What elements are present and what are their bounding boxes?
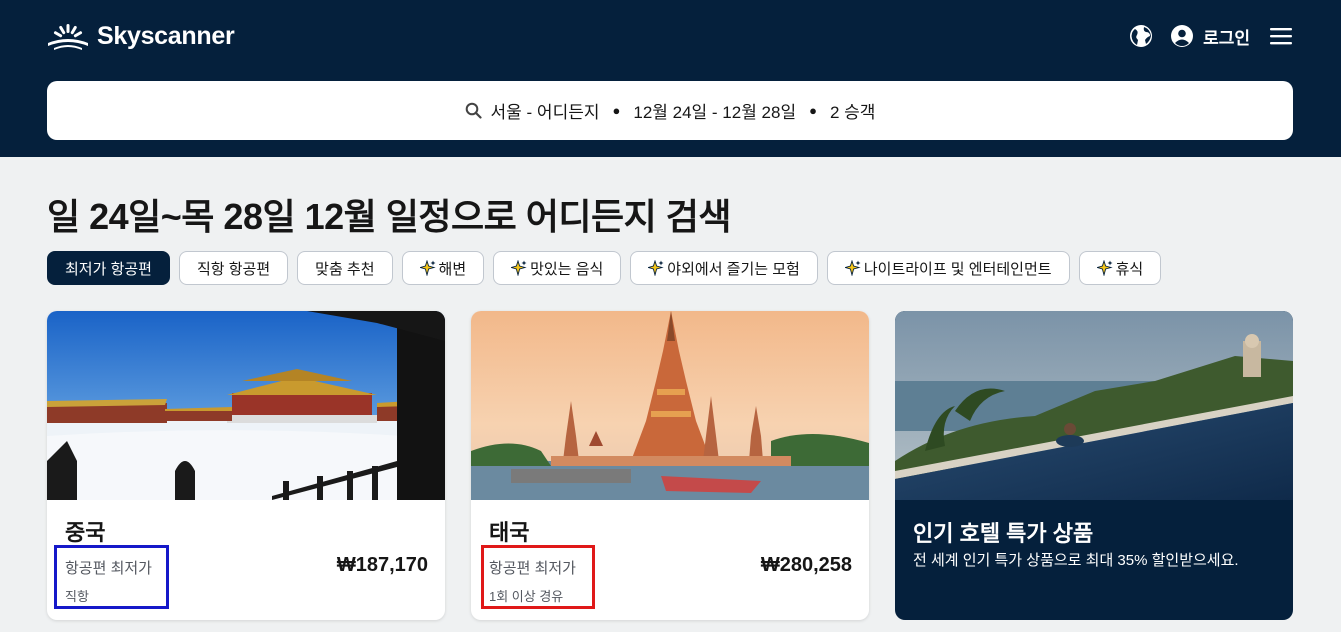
search-travelers: 2 승객 — [829, 103, 876, 122]
chip-label: 휴식 — [1115, 260, 1144, 278]
page-title: 일 24일~목 28일 12월 일정으로 어디든지 검색 — [47, 196, 731, 237]
user-avatar-icon — [1171, 25, 1194, 47]
destination-card-thailand[interactable]: 태국 항공편 최저가 1회 이상 경유 ₩280,258 — [471, 311, 869, 620]
highlight-box-red — [481, 545, 595, 609]
flight-price: ₩280,258 — [760, 554, 852, 576]
search-route: 서울 - 어디든지 — [490, 103, 600, 122]
chip-label: 야외에서 즐기는 모험 — [667, 260, 800, 278]
filter-relaxation[interactable]: 휴식 — [1078, 251, 1162, 285]
destination-name: 중국 — [65, 520, 106, 545]
chip-label: 최저가 항공편 — [65, 260, 152, 278]
hamburger-menu-icon[interactable] — [1269, 24, 1293, 48]
search-summary-bar[interactable]: 서울 - 어디든지 ● 12월 24일 - 12월 28일 ● 2 승객 — [47, 81, 1293, 140]
skyscanner-logo[interactable]: Skyscanner — [47, 22, 235, 51]
sparkle-icon — [1096, 260, 1113, 276]
chip-label: 직항 항공편 — [196, 260, 271, 278]
forbidden-city-image — [47, 311, 445, 500]
header-actions: 로그인 — [1129, 22, 1293, 50]
destination-name: 태국 — [489, 520, 530, 545]
promo-title: 인기 호텔 특가 상품 — [913, 521, 1094, 546]
hotel-deals-promo-card[interactable]: 인기 호텔 특가 상품 전 세계 인기 특가 상품으로 최대 35% 할인받으세… — [895, 311, 1293, 620]
promo-description: 전 세계 인기 특가 상품으로 최대 35% 할인받으세요. — [913, 552, 1239, 569]
filter-recommended[interactable]: 맞춤 추천 — [297, 251, 393, 285]
separator-dot: ● — [612, 103, 621, 118]
separator-dot: ● — [809, 103, 817, 118]
brand-name: Skyscanner — [97, 22, 235, 50]
filter-chips: 최저가 항공편 직항 항공편 맞춤 추천 해변 맛있는 음식 야외에서 즐기는 … — [47, 251, 1162, 285]
flight-price: ₩187,170 — [336, 554, 428, 576]
chip-label: 해변 — [438, 260, 467, 278]
sunrise-logo-icon — [48, 23, 88, 50]
chip-label: 나이트라이프 및 엔터테인먼트 — [863, 260, 1052, 278]
filter-outdoor-adventure[interactable]: 야외에서 즐기는 모험 — [630, 251, 818, 285]
infinity-pool-image — [895, 311, 1293, 500]
sparkle-icon — [419, 260, 436, 276]
login-button[interactable]: 로그인 — [1171, 24, 1250, 49]
login-label: 로그인 — [1203, 28, 1250, 48]
highlight-box-blue — [54, 545, 169, 609]
sparkle-icon — [511, 260, 527, 276]
chip-label: 맛있는 음식 — [530, 260, 604, 278]
chip-label: 맞춤 추천 — [315, 260, 375, 278]
filter-food[interactable]: 맛있는 음식 — [493, 251, 622, 285]
filter-beach[interactable]: 해변 — [401, 251, 485, 285]
destination-card-china[interactable]: 중국 항공편 최저가 직항 ₩187,170 — [47, 311, 445, 620]
filter-nightlife[interactable]: 나이트라이프 및 엔터테인먼트 — [826, 251, 1070, 285]
sparkle-icon — [648, 260, 664, 276]
filter-cheapest-flights[interactable]: 최저가 항공편 — [47, 251, 170, 285]
globe-icon[interactable] — [1129, 24, 1153, 48]
search-dates: 12월 24일 - 12월 28일 — [633, 103, 797, 122]
filter-direct-flights[interactable]: 직항 항공편 — [178, 251, 289, 285]
wat-arun-image — [471, 311, 869, 500]
search-icon — [465, 102, 482, 119]
sparkle-icon — [844, 260, 861, 276]
